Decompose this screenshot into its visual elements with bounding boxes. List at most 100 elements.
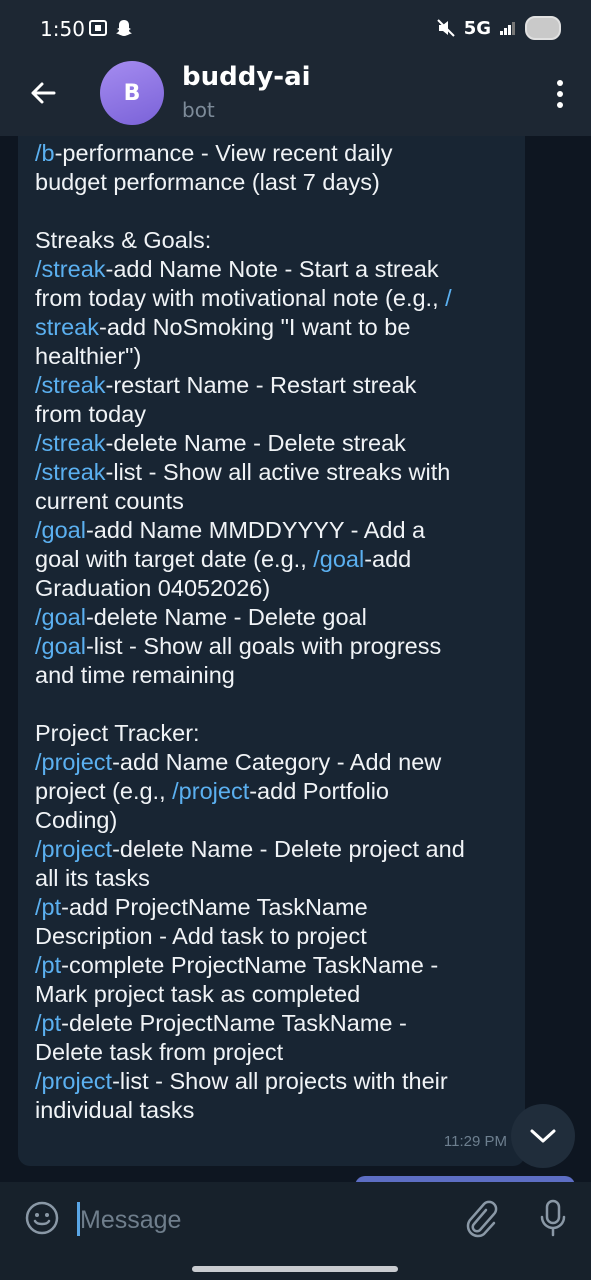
message-segment: Coding) [35,807,118,833]
message-line: and time remaining [35,661,515,690]
message-line: /project-delete Name - Delete project an… [35,835,515,864]
chevron-down-icon [530,1129,556,1143]
message-line: goal with target date (e.g., /goal-add [35,545,515,574]
command-link[interactable]: /pt [35,1010,61,1036]
message-line: Coding) [35,806,515,835]
message-line: from today [35,400,515,429]
command-link[interactable]: /streak [35,372,106,398]
chat-title[interactable]: buddy-ai [182,62,311,92]
command-link[interactable]: /streak [35,256,106,282]
emoji-icon[interactable] [24,1200,60,1236]
network-label: 5G [463,17,491,39]
message-line: Description - Add task to project [35,922,515,951]
message-time: 11:29 PM [443,1133,507,1150]
message-line: /pt-delete ProjectName TaskName - [35,1009,515,1038]
command-link[interactable]: /project [172,778,249,804]
message-segment: Project Tracker: [35,720,200,746]
message-segment: Streaks & Goals: [35,227,212,253]
message-segment: from today [35,401,147,427]
command-link[interactable]: /b [35,140,55,166]
message-segment: -list - Show all active streaks with [105,459,451,485]
message-line: project (e.g., /project-add Portfolio [35,777,515,806]
avatar[interactable]: B [100,61,164,125]
message-text: /b-spent-month - Show total spendingfor … [35,136,515,1125]
status-right: 5G [436,16,561,40]
command-link[interactable]: /goal [313,546,364,572]
message-line: /project-add Name Category - Add new [35,748,515,777]
command-link[interactable]: streak [35,314,99,340]
chat-area[interactable]: /b-spent-month - Show total spendingfor … [0,136,591,1182]
message-segment: project (e.g., [35,778,173,804]
message-input[interactable] [80,1200,420,1240]
message-line: Graduation 04052026) [35,574,515,603]
paperclip-icon[interactable] [462,1198,498,1238]
battery-icon [525,16,561,40]
message-line: current counts [35,487,515,516]
command-link[interactable]: /project [35,836,112,862]
message-line: /goal-list - Show all goals with progres… [35,632,515,661]
command-link[interactable]: /goal [35,633,86,659]
command-link[interactable]: /pt [35,894,61,920]
back-arrow-icon[interactable] [26,76,60,110]
message-line: /streak-add Name Note - Start a streak [35,255,515,284]
message-segment: Description - Add task to project [35,923,367,949]
message-segment: -list - Show all projects with their [112,1068,448,1094]
message-segment: -add Name Category - Add new [112,749,442,775]
message-line: Delete task from project [35,1038,515,1067]
snapchat-icon [116,20,132,36]
message-segment: -add Name MMDDYYYY - Add a [85,517,426,543]
command-link[interactable]: /project [35,1068,112,1094]
mute-icon [436,19,455,37]
message-segment: -performance - View recent daily [54,140,393,166]
message-segment: -complete ProjectName TaskName - [61,952,439,978]
message-line: /pt-complete ProjectName TaskName - [35,951,515,980]
command-link[interactable]: /goal [35,517,86,543]
signal-icon [500,22,515,35]
microphone-icon[interactable] [537,1198,569,1238]
message-line: budget performance (last 7 days) [35,168,515,197]
message-segment: budget performance (last 7 days) [35,169,380,195]
message-line: /streak-list - Show all active streaks w… [35,458,515,487]
message-bubble[interactable]: /b-spent-month - Show total spendingfor … [18,136,525,1166]
scroll-down-button[interactable] [511,1104,575,1168]
message-line: /streak-restart Name - Restart streak [35,371,515,400]
message-segment: -delete ProjectName TaskName - [61,1010,407,1036]
message-segment: -delete Name - Delete streak [105,430,406,456]
home-indicator[interactable] [192,1266,398,1272]
message-line: /goal-delete Name - Delete goal [35,603,515,632]
message-line [35,197,515,226]
message-line: all its tasks [35,864,515,893]
message-line: Streaks & Goals: [35,226,515,255]
message-line: /goal-add Name MMDDYYYY - Add a [35,516,515,545]
chat-subtitle: bot [182,98,215,122]
navigation-bar [0,1256,591,1280]
message-segment: -delete Name - Delete project and [112,836,465,862]
message-line: /streak-delete Name - Delete streak [35,429,515,458]
more-options-icon[interactable] [555,78,565,110]
message-line: Project Tracker: [35,719,515,748]
command-link[interactable]: /goal [35,604,86,630]
message-segment: Mark project task as completed [35,981,361,1007]
status-time: 1:50 [40,17,85,41]
message-segment: -add NoSmoking "I want to be [99,314,411,340]
message-segment: current counts [35,488,184,514]
command-link[interactable]: / [445,285,452,311]
status-bar: 1:50 5G [0,0,591,60]
command-link[interactable]: /project [35,749,112,775]
message-line [35,690,515,719]
composer [0,1182,591,1256]
command-link[interactable]: /pt [35,952,61,978]
command-link[interactable]: /streak [35,459,106,485]
notification-icons [88,18,134,38]
message-line: healthier") [35,342,515,371]
message-segment: Delete task from project [35,1039,284,1065]
message-line: /pt-add ProjectName TaskName [35,893,515,922]
message-line: streak-add NoSmoking "I want to be [35,313,515,342]
message-segment: and time remaining [35,662,235,688]
message-segment: goal with target date (e.g., [35,546,314,572]
message-segment: -list - Show all goals with progress [85,633,442,659]
command-link[interactable]: /streak [35,430,106,456]
message-segment: from today with motivational note (e.g., [35,285,446,311]
chat-header: B buddy-ai bot [0,60,591,136]
message-segment: all its tasks [35,865,150,891]
